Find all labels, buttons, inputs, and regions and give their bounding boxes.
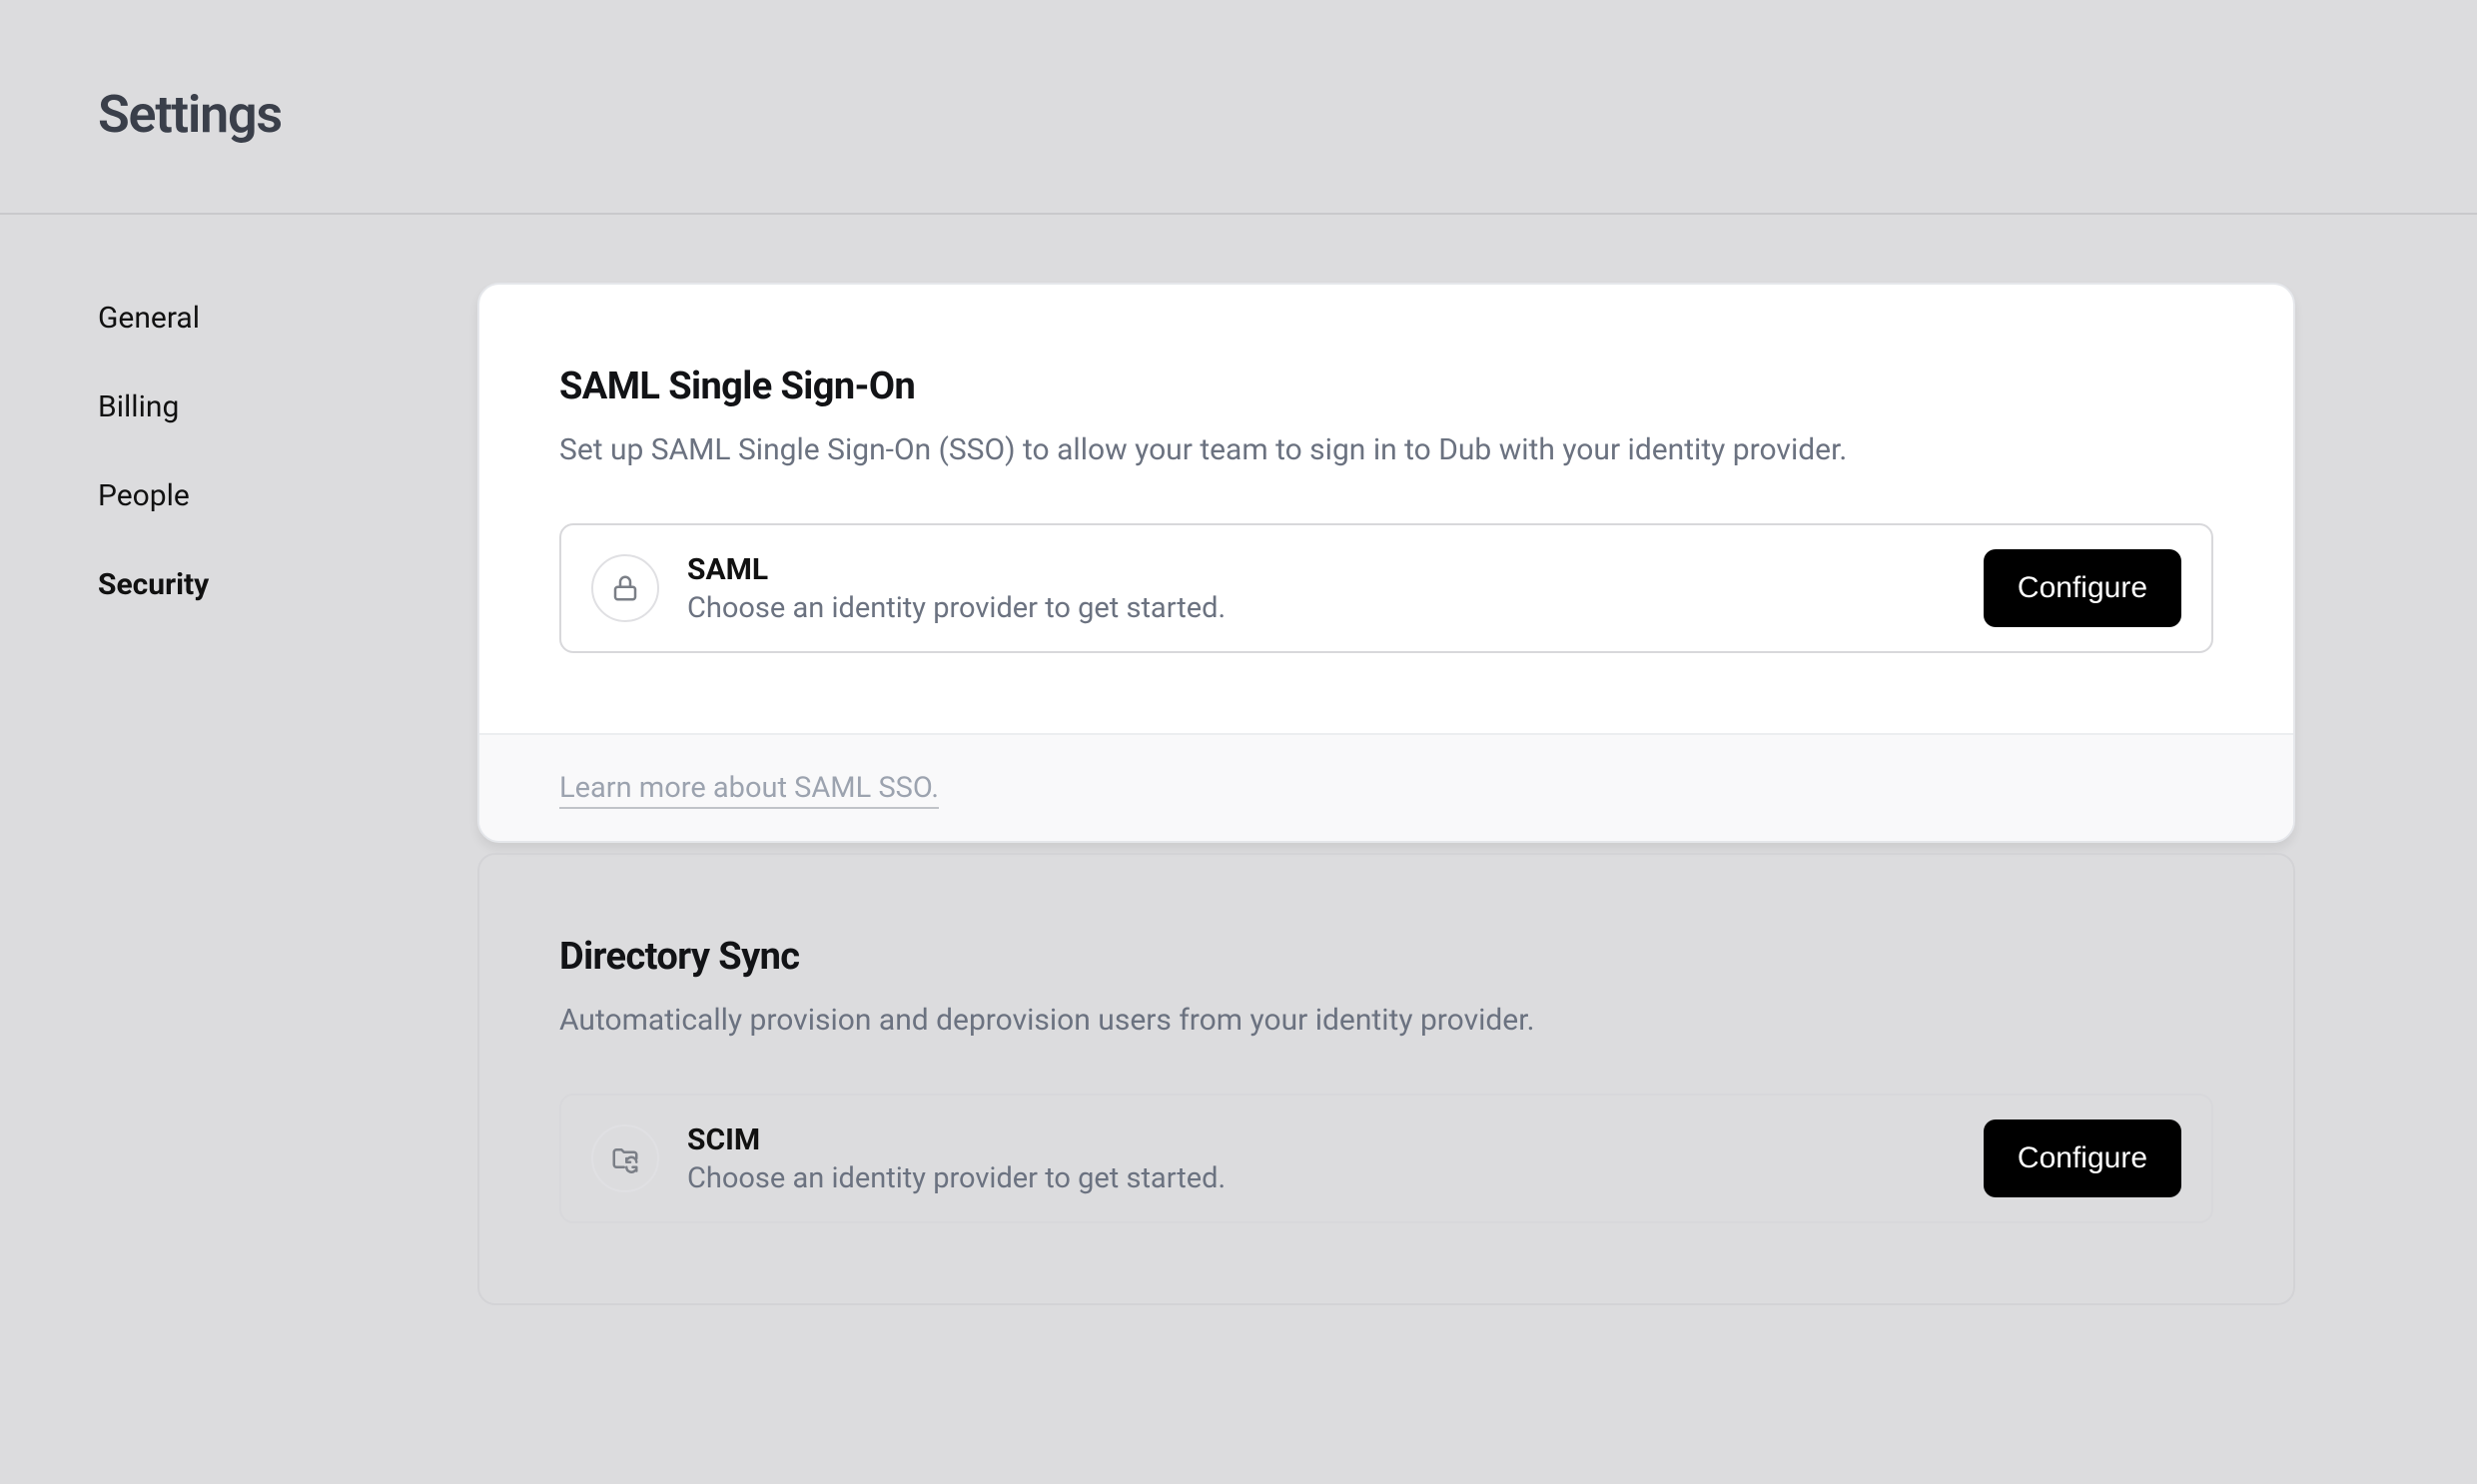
settings-main: SAML Single Sign-On Set up SAML Single S… <box>477 283 2295 1315</box>
lock-icon <box>591 554 659 622</box>
saml-row-title: SAML <box>687 552 1956 587</box>
saml-row-subtitle: Choose an identity provider to get start… <box>687 591 1956 625</box>
saml-config-row: SAML Choose an identity provider to get … <box>559 523 2213 653</box>
folder-sync-icon <box>591 1124 659 1192</box>
scim-row-title: SCIM <box>687 1122 1956 1157</box>
directory-sync-card: Directory Sync Automatically provision a… <box>477 853 2295 1305</box>
sidebar-item-people[interactable]: People <box>98 478 190 513</box>
settings-header: Settings <box>0 0 2477 215</box>
saml-configure-button[interactable]: Configure <box>1984 549 2181 627</box>
saml-learn-more-link[interactable]: Learn more about SAML SSO. <box>559 771 939 809</box>
saml-config-text: SAML Choose an identity provider to get … <box>687 552 1956 625</box>
settings-content: General Billing People Security SAML Sin… <box>0 215 2477 1315</box>
scim-config-row: SCIM Choose an identity provider to get … <box>559 1094 2213 1223</box>
saml-card-title: SAML Single Sign-On <box>559 365 2213 408</box>
saml-card-footer: Learn more about SAML SSO. <box>479 733 2293 841</box>
page-title: Settings <box>98 84 2477 145</box>
sidebar-item-billing[interactable]: Billing <box>98 389 179 424</box>
saml-card-description: Set up SAML Single Sign-On (SSO) to allo… <box>559 432 2213 467</box>
saml-sso-card: SAML Single Sign-On Set up SAML Single S… <box>477 283 2295 843</box>
scim-row-subtitle: Choose an identity provider to get start… <box>687 1161 1956 1195</box>
scim-configure-button[interactable]: Configure <box>1984 1119 2181 1197</box>
sidebar-item-security[interactable]: Security <box>98 567 209 602</box>
settings-sidebar: General Billing People Security <box>98 283 378 1315</box>
scim-card-description: Automatically provision and deprovision … <box>559 1003 2213 1038</box>
scim-config-text: SCIM Choose an identity provider to get … <box>687 1122 1956 1195</box>
sidebar-item-general[interactable]: General <box>98 301 200 336</box>
scim-card-title: Directory Sync <box>559 935 2213 979</box>
